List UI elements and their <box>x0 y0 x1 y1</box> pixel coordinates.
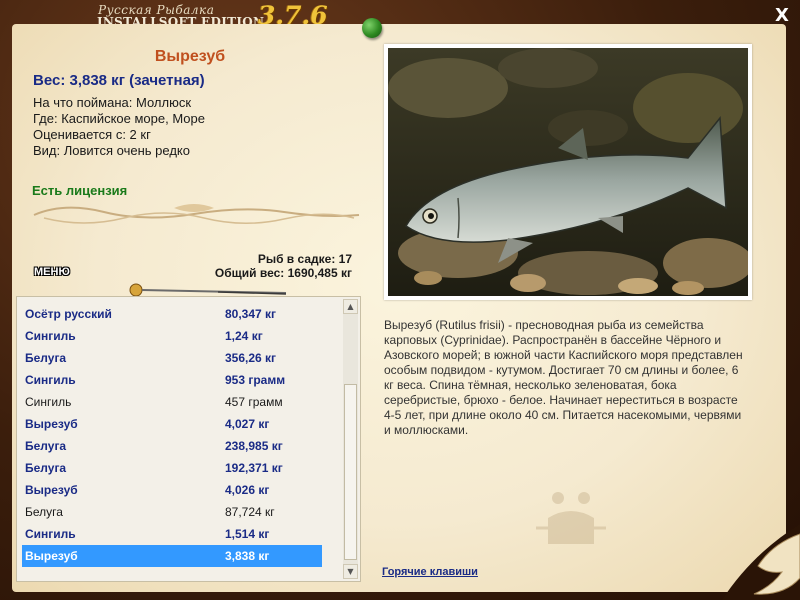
list-item[interactable]: Белуга 356,26 кг <box>22 347 322 369</box>
list-item[interactable]: Сингиль 457 грамм <box>22 391 322 413</box>
license-status: Есть лицензия <box>32 183 128 198</box>
fish-photo <box>384 44 752 300</box>
pushpin-icon <box>362 18 382 38</box>
list-item-name: Сингиль <box>25 527 76 541</box>
list-item-name: Сингиль <box>25 373 76 387</box>
list-item[interactable]: Вырезуб 4,027 кг <box>22 413 322 435</box>
list-item[interactable]: Белуга 238,985 кг <box>22 435 322 457</box>
bait-info: На что поймана: Моллюск <box>33 95 192 110</box>
list-item-weight: 192,371 кг <box>225 461 283 475</box>
fish-weight: Вес: 3,838 кг (зачетная) <box>33 72 205 89</box>
menu-button[interactable]: МЕНЮ <box>34 266 70 278</box>
fish-title: Вырезуб <box>154 48 226 65</box>
scroll-down-icon[interactable]: ▼ <box>343 564 358 579</box>
list-item-name: Белуга <box>25 505 63 519</box>
list-item[interactable]: Сингиль 953 грамм <box>22 369 322 391</box>
list-item-name: Осётр русский <box>25 307 112 321</box>
list-item-name: Белуга <box>25 461 67 475</box>
angler-watermark-icon <box>536 492 606 544</box>
list-item-name: Белуга <box>25 439 67 453</box>
list-item-name: Вырезуб <box>25 549 78 563</box>
ornament-divider <box>33 204 360 224</box>
list-item-selected[interactable]: Вырезуб 3,838 кг <box>22 545 322 567</box>
list-item[interactable]: Сингиль 1,514 кг <box>22 523 322 545</box>
list-item-weight: 4,026 кг <box>225 483 270 497</box>
scroll-up-icon[interactable]: ▲ <box>343 299 358 314</box>
kind-info: Вид: Ловится очень редко <box>33 143 190 158</box>
list-item-name: Вырезуб <box>25 417 78 431</box>
location-info: Где: Каспийское море, Море <box>33 111 205 126</box>
list-item[interactable]: Белуга 87,724 кг <box>22 501 322 523</box>
fish-image <box>388 48 748 296</box>
list-item-weight: 80,347 кг <box>225 307 277 321</box>
list-scrollbar[interactable]: ▲ ▼ <box>343 299 358 579</box>
list-item-weight: 457 грамм <box>225 395 283 409</box>
list-item-weight: 238,985 кг <box>225 439 283 453</box>
total-weight: Общий вес: 1690,485 кг <box>214 266 352 280</box>
list-item[interactable]: Сингиль 1,24 кг <box>22 325 322 347</box>
list-item-name: Сингиль <box>25 329 76 343</box>
list-item-weight: 1,24 кг <box>225 329 263 343</box>
cage-count: Рыб в садке: 17 <box>257 252 352 266</box>
close-button[interactable]: X <box>772 6 792 26</box>
scroll-thumb[interactable] <box>344 384 357 560</box>
list-item-weight: 953 грамм <box>225 373 286 387</box>
list-item-name: Белуга <box>25 351 67 365</box>
list-item-name: Сингиль <box>25 395 72 409</box>
window-frame: Русская Рыбалка INSTALLSOFT EDITION 3.7.… <box>0 0 800 600</box>
list-item[interactable]: Белуга 192,371 кг <box>22 457 322 479</box>
list-item-weight: 4,027 кг <box>225 417 270 431</box>
page-curl-icon <box>722 524 800 600</box>
list-item[interactable]: Осётр русский 80,347 кг <box>22 303 322 325</box>
catch-list[interactable]: Осётр русский 80,347 кг Сингиль 1,24 кг Белу… <box>16 296 361 582</box>
rating-info: Оценивается с: 2 кг <box>33 127 151 142</box>
list-item-weight: 3,838 кг <box>225 549 270 563</box>
fishing-rod-icon <box>129 283 287 297</box>
list-item-weight: 87,724 кг <box>225 505 275 519</box>
list-item-weight: 1,514 кг <box>225 527 270 541</box>
fish-description: Вырезуб (Rutilus frisii) - пресноводная … <box>384 318 743 437</box>
list-item-name: Вырезуб <box>25 483 78 497</box>
list-item[interactable]: Вырезуб 4,026 кг <box>22 479 322 501</box>
hotkeys-link[interactable]: Горячие клавиши <box>382 566 478 578</box>
list-item-weight: 356,26 кг <box>225 351 277 365</box>
